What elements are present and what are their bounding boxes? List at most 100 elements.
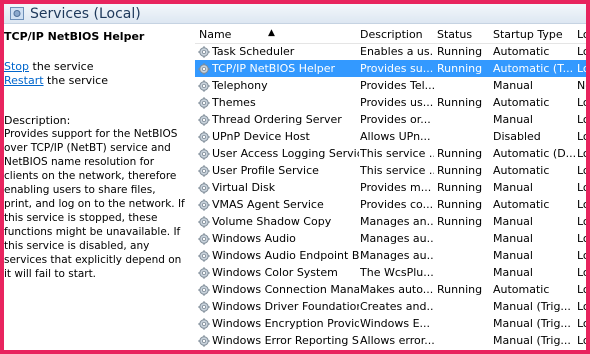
service-log-on-as-cell: Lo bbox=[577, 215, 590, 228]
service-name-cell: VMAS Agent Service bbox=[212, 198, 324, 211]
service-actions: Stop the service Restart the service bbox=[4, 60, 108, 88]
column-header-status[interactable]: Status bbox=[437, 28, 472, 41]
service-rows: Task Scheduler Enables a us... Running Auto… bbox=[195, 43, 590, 349]
service-name-cell: User Profile Service bbox=[212, 164, 319, 177]
service-description-cell: The WcsPlu... bbox=[360, 266, 434, 279]
service-name-cell: Windows Audio Endpoint B... bbox=[212, 249, 359, 262]
service-row[interactable]: Task Scheduler Enables a us... Running Auto… bbox=[195, 43, 590, 60]
service-row[interactable]: Volume Shadow Copy Manages an... Running Ma… bbox=[195, 213, 590, 230]
service-description-cell: Allows error... bbox=[360, 334, 434, 347]
service-row[interactable]: VMAS Agent Service Provides co... Running A… bbox=[195, 196, 590, 213]
service-row[interactable]: User Access Logging Service This service … bbox=[195, 145, 590, 162]
service-name-cell: Telephony bbox=[212, 79, 268, 92]
service-description-cell: Makes auto... bbox=[360, 283, 434, 296]
service-log-on-as-cell: Lo bbox=[577, 130, 590, 143]
service-gear-icon bbox=[198, 63, 210, 75]
restart-suffix: the service bbox=[43, 74, 108, 87]
service-log-on-as-cell: Lo bbox=[577, 334, 590, 347]
column-header-row: Name ▲ Description Status Startup Type L… bbox=[195, 24, 586, 44]
service-name-cell: Windows Encryption Provid... bbox=[212, 317, 359, 330]
service-gear-icon bbox=[198, 233, 210, 245]
service-startup-type-cell: Automatic bbox=[493, 198, 550, 211]
service-startup-type-cell: Automatic (D... bbox=[493, 147, 575, 160]
service-details-pane: TCP/IP NetBIOS Helper Stop the service R… bbox=[4, 24, 185, 350]
service-description-cell: Manages an... bbox=[360, 215, 434, 228]
service-status-cell: Running bbox=[437, 181, 483, 194]
service-log-on-as-cell: Lo bbox=[577, 181, 590, 194]
service-row[interactable]: Windows Driver Foundation... Creates and.… bbox=[195, 298, 590, 315]
service-description-cell: Manages au... bbox=[360, 249, 434, 262]
service-status-cell: Running bbox=[437, 283, 483, 296]
service-name-cell: Volume Shadow Copy bbox=[212, 215, 332, 228]
service-log-on-as-cell: Ne bbox=[577, 79, 586, 92]
restart-service-link[interactable]: Restart bbox=[4, 74, 44, 87]
service-startup-type-cell: Automatic bbox=[493, 283, 550, 296]
service-row[interactable]: Windows Audio Endpoint B... Manages au...… bbox=[195, 247, 586, 264]
description-heading: Description: bbox=[4, 114, 71, 127]
column-header-startup-type[interactable]: Startup Type bbox=[493, 28, 563, 41]
service-name-cell: UPnP Device Host bbox=[212, 130, 310, 143]
service-status-cell: Running bbox=[437, 96, 483, 109]
service-row[interactable]: Thread Ordering Server Provides or... Manu… bbox=[195, 111, 586, 128]
service-name-cell: TCP/IP NetBIOS Helper bbox=[212, 62, 336, 75]
service-log-on-as-cell: Lo bbox=[577, 300, 590, 313]
service-name-cell: User Access Logging Service bbox=[212, 147, 359, 160]
service-row[interactable]: Telephony Provides Tel... Manual Ne bbox=[195, 77, 586, 94]
service-log-on-as-cell: Lo bbox=[577, 164, 590, 177]
service-gear-icon bbox=[198, 97, 210, 109]
service-startup-type-cell: Manual bbox=[493, 249, 533, 262]
service-startup-type-cell: Automatic bbox=[493, 96, 550, 109]
service-startup-type-cell: Manual bbox=[493, 79, 533, 92]
service-name-cell: Themes bbox=[212, 96, 256, 109]
stop-suffix: the service bbox=[29, 60, 94, 73]
column-header-log-on-as[interactable]: Lo bbox=[577, 28, 586, 41]
service-startup-type-cell: Manual (Trig... bbox=[493, 300, 571, 313]
service-status-cell: Running bbox=[437, 198, 483, 211]
service-row[interactable]: TCP/IP NetBIOS Helper Provides su... Runni… bbox=[195, 60, 586, 77]
service-gear-icon bbox=[198, 301, 210, 313]
service-description-cell: Provides su... bbox=[360, 62, 434, 75]
services-list[interactable]: Name ▲ Description Status Startup Type L… bbox=[195, 24, 590, 350]
service-startup-type-cell: Manual (Trig... bbox=[493, 317, 571, 330]
service-name-cell: Windows Driver Foundation... bbox=[212, 300, 359, 313]
service-row[interactable]: Virtual Disk Provides m... Running Manual Lo bbox=[195, 179, 590, 196]
service-name-cell: Thread Ordering Server bbox=[212, 113, 342, 126]
service-gear-icon bbox=[198, 148, 210, 160]
service-description: Provides support for the NetBIOS over TC… bbox=[4, 128, 185, 280]
service-name-cell: Windows Error Reporting Se... bbox=[212, 334, 359, 347]
service-gear-icon bbox=[198, 80, 210, 92]
service-name-cell: Virtual Disk bbox=[212, 181, 276, 194]
service-row[interactable]: Windows Error Reporting Se...Allows erro… bbox=[195, 332, 590, 349]
service-row[interactable]: User Profile Service This service ... Runn… bbox=[195, 162, 590, 179]
service-log-on-as-cell: Lo bbox=[577, 198, 590, 211]
service-row[interactable]: Windows Encryption Provid... Windows E...… bbox=[195, 315, 590, 332]
service-gear-icon bbox=[198, 199, 210, 211]
stop-service-link[interactable]: Stop bbox=[4, 60, 29, 73]
service-gear-icon bbox=[198, 216, 210, 228]
service-log-on-as-cell: Lo bbox=[577, 266, 590, 279]
service-log-on-as-cell: Lo bbox=[577, 96, 590, 109]
service-startup-type-cell: Manual bbox=[493, 113, 533, 126]
window-title: Services (Local) bbox=[30, 6, 141, 22]
service-startup-type-cell: Automatic (T... bbox=[493, 62, 574, 75]
service-description-cell: Provides us... bbox=[360, 96, 434, 109]
column-header-description[interactable]: Description bbox=[360, 28, 423, 41]
service-row[interactable]: UPnP Device Host Allows UPn... Disabled Lo bbox=[195, 128, 590, 145]
service-row[interactable]: Windows Connection Mana... Makes auto... R… bbox=[195, 281, 586, 298]
service-gear-icon bbox=[198, 114, 210, 126]
service-row[interactable]: Themes Provides us... Running Automatic Lo bbox=[195, 94, 590, 111]
pane-divider[interactable] bbox=[185, 25, 195, 350]
service-description-cell: Provides Tel... bbox=[360, 79, 434, 92]
service-gear-icon bbox=[198, 318, 210, 330]
column-header-name[interactable]: Name bbox=[199, 28, 231, 41]
service-description-cell: Enables a us... bbox=[360, 45, 434, 58]
service-row[interactable]: Windows Audio Manages au... Manual Lo bbox=[195, 230, 586, 247]
service-log-on-as-cell: Lo bbox=[577, 317, 590, 330]
title-bar: Services (Local) bbox=[4, 4, 586, 24]
services-window: Services (Local) TCP/IP NetBIOS Helper S… bbox=[0, 0, 590, 354]
service-startup-type-cell: Manual (Trig... bbox=[493, 334, 571, 347]
service-row[interactable]: Windows Color System The WcsPlu... Manual L… bbox=[195, 264, 590, 281]
service-log-on-as-cell: Lo bbox=[577, 45, 590, 58]
service-gear-icon bbox=[198, 182, 210, 194]
service-log-on-as-cell: Lo bbox=[577, 147, 590, 160]
